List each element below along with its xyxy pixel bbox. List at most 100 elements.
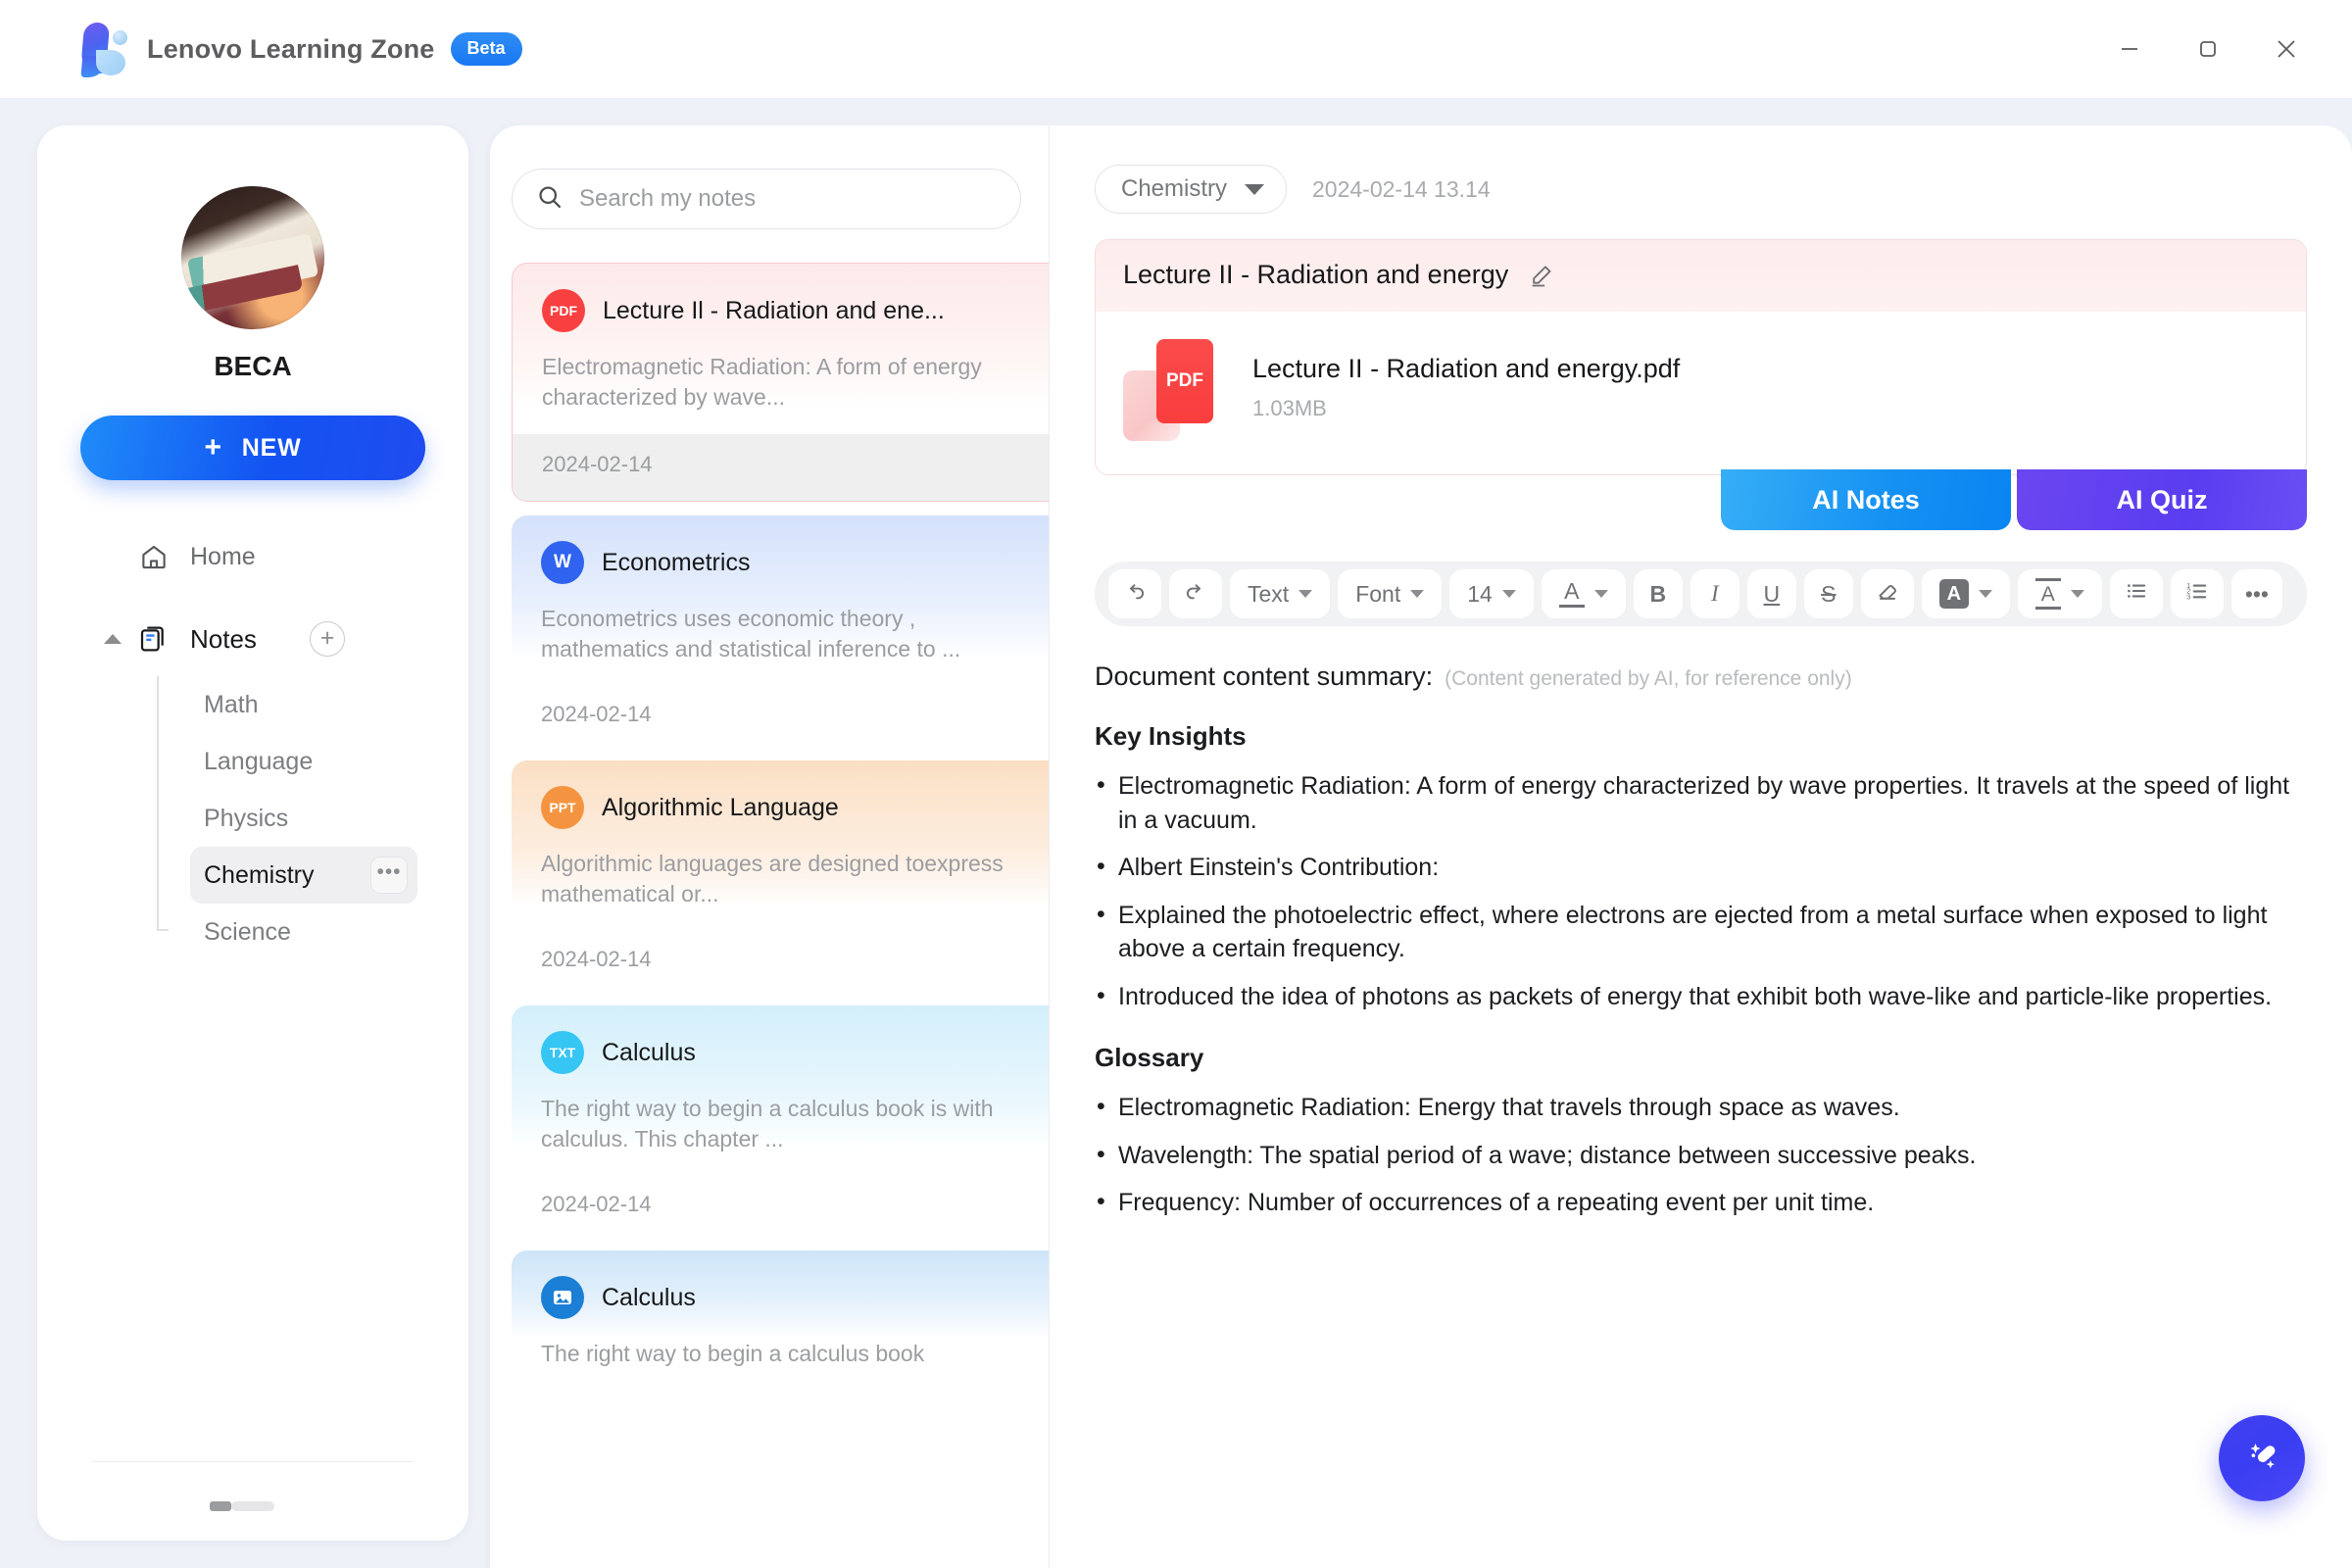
list-item: Explained the photoelectric effect, wher… — [1095, 898, 2307, 966]
bold-icon: B — [1649, 580, 1667, 607]
maximize-icon[interactable] — [2191, 32, 2225, 66]
sidebar-scrollbar-thumb[interactable] — [210, 1501, 231, 1511]
ai-quiz-button[interactable]: AI Quiz — [2017, 469, 2307, 530]
highlight-dropdown[interactable]: A — [1921, 569, 2010, 618]
more-options-button[interactable]: ••• — [2230, 569, 2282, 618]
sidebar-item-language-label: Language — [204, 747, 314, 775]
font-size-dropdown[interactable]: 14 — [1449, 569, 1534, 618]
sidebar-item-physics[interactable]: Physics — [190, 790, 417, 847]
detail-timestamp: 2024-02-14 13.14 — [1312, 175, 1491, 202]
section-heading-key-insights: Key Insights — [1095, 721, 1247, 751]
sidebar-nav: Home Notes + Math Language Physics Chemi… — [37, 529, 468, 960]
sidebar-horizontal-scrollbar[interactable] — [210, 1501, 274, 1511]
sidebar-item-home-label: Home — [190, 542, 256, 570]
strikethrough-icon: S — [1821, 580, 1837, 607]
text-style-dropdown[interactable]: Text — [1230, 569, 1331, 618]
italic-button[interactable]: I — [1690, 569, 1740, 618]
bullet-list-icon — [2124, 578, 2149, 610]
list-item: Wavelength: The spatial period of a wave… — [1095, 1138, 2307, 1173]
pdf-badge-icon: PDF — [542, 289, 585, 332]
category-dropdown[interactable]: Chemistry — [1095, 165, 1288, 214]
new-button[interactable]: + NEW — [80, 416, 425, 480]
font-size-label: 14 — [1467, 580, 1493, 607]
undo-icon[interactable] — [1108, 569, 1161, 618]
document-card-body[interactable]: PDF Lecture II - Radiation and energy.pd… — [1096, 312, 2306, 474]
close-icon[interactable] — [2270, 32, 2303, 66]
chemistry-more-icon[interactable]: ••• — [370, 857, 408, 894]
sidebar-item-notes-label: Notes — [190, 623, 257, 654]
chevron-down-icon — [1298, 590, 1313, 598]
note-card-date: 2024-02-14 — [541, 947, 652, 972]
sidebar-item-home[interactable]: Home — [37, 529, 468, 584]
sidebar-item-science-label: Science — [204, 917, 291, 946]
home-icon — [137, 540, 171, 573]
note-card-header: PDF Lecture Il - Radiation and ene... — [542, 289, 1019, 332]
italic-icon: I — [1710, 581, 1719, 606]
sidebar-item-science[interactable]: Science — [190, 904, 417, 960]
note-card-title: Calculus — [602, 1038, 696, 1066]
note-card-header: Calculus — [541, 1276, 1019, 1320]
note-card-econometrics[interactable]: W Econometrics Econometrics uses economi… — [512, 515, 1049, 748]
notes-icon — [137, 622, 171, 656]
note-card-header: TXT Calculus — [541, 1031, 1019, 1075]
ai-action-buttons: AI Notes AI Quiz — [1095, 469, 2307, 530]
numbered-list-button[interactable]: 1 2 3 — [2170, 569, 2224, 618]
note-card-calculus-txt[interactable]: TXT Calculus The right way to begin a ca… — [512, 1005, 1049, 1238]
list-item: Electromagnetic Radiation: Energy that t… — [1095, 1090, 2307, 1125]
note-card-date: 2024-02-14 — [541, 702, 652, 727]
clear-format-button[interactable] — [1860, 569, 1914, 618]
avatar[interactable] — [181, 186, 324, 329]
note-card-calculus-image[interactable]: Calculus The right way to begin a calcul… — [512, 1250, 1049, 1370]
underline-icon: U — [1763, 580, 1781, 607]
title-bar: Lenovo Learning Zone Beta — [0, 0, 2352, 98]
numbered-list-icon: 1 2 3 — [2184, 578, 2210, 610]
note-card-algorithmic-language[interactable]: PPT Algorithmic Language Algorithmic lan… — [512, 760, 1049, 993]
sidebar-item-language[interactable]: Language — [190, 733, 417, 790]
sidebar-item-chemistry[interactable]: Chemistry ••• — [190, 847, 417, 904]
eraser-icon — [1875, 578, 1900, 610]
strikethrough-button[interactable]: S — [1803, 569, 1853, 618]
text-color-dropdown[interactable]: A — [2017, 569, 2102, 618]
note-card-snippet: The right way to begin a calculus book — [541, 1341, 925, 1367]
bullet-list-button[interactable] — [2109, 569, 2163, 618]
search-input[interactable] — [579, 185, 997, 213]
window-controls — [2113, 32, 2325, 66]
minimize-icon[interactable] — [2113, 32, 2146, 66]
magic-wand-icon — [2239, 1434, 2284, 1484]
add-note-icon[interactable]: + — [310, 621, 345, 657]
chevron-down-icon — [1593, 590, 1608, 598]
note-card-header: W Econometrics — [541, 541, 1019, 585]
underline-button[interactable]: U — [1746, 569, 1796, 618]
list-item: Electromagnetic Radiation: A form of ene… — [1095, 768, 2307, 837]
sidebar-item-math-label: Math — [204, 690, 259, 718]
ai-assistant-fab[interactable] — [2219, 1415, 2305, 1501]
note-card-snippet: The right way to begin a calculus book i… — [541, 1096, 994, 1152]
pencil-icon[interactable] — [1528, 262, 1555, 289]
editor-toolbar: Text Font 14 A B I U S A A 1 2 3 ••• — [1095, 562, 2307, 626]
glossary-list: Electromagnetic Radiation: Energy that t… — [1095, 1090, 2307, 1220]
txt-badge-icon: TXT — [541, 1031, 584, 1075]
font-color-dropdown[interactable]: A — [1541, 569, 1626, 618]
search-box[interactable] — [512, 169, 1021, 229]
highlight-icon: A — [1938, 579, 1969, 609]
ppt-badge-icon: PPT — [541, 786, 584, 830]
app-title: Lenovo Learning Zone — [147, 33, 435, 64]
username-label: BECA — [214, 351, 292, 381]
redo-icon[interactable] — [1169, 569, 1222, 618]
document-file-name: Lecture II - Radiation and energy.pdf — [1252, 353, 1681, 383]
note-card-lecture-radiation[interactable]: PDF Lecture Il - Radiation and ene... El… — [512, 263, 1049, 503]
sidebar-item-notes[interactable]: Notes + — [37, 612, 468, 666]
font-dropdown[interactable]: Font — [1338, 569, 1443, 618]
bold-button[interactable]: B — [1633, 569, 1683, 618]
chevron-up-icon[interactable] — [104, 634, 122, 644]
sidebar-item-math[interactable]: Math — [190, 676, 417, 733]
chevron-down-icon — [1245, 183, 1265, 195]
ai-notes-button[interactable]: AI Notes — [1721, 469, 2011, 530]
summary-header: Document content summary: (Content gener… — [1095, 662, 2307, 692]
list-item: Frequency: Number of occurrences of a re… — [1095, 1185, 2307, 1220]
list-item: Introduced the idea of photons as packet… — [1095, 979, 2307, 1014]
document-file-info: Lecture II - Radiation and energy.pdf 1.… — [1252, 354, 1680, 421]
chevron-down-icon — [1410, 590, 1425, 598]
sidebar-item-chemistry-label: Chemistry — [204, 860, 315, 889]
note-card-title: Calculus — [602, 1283, 696, 1311]
